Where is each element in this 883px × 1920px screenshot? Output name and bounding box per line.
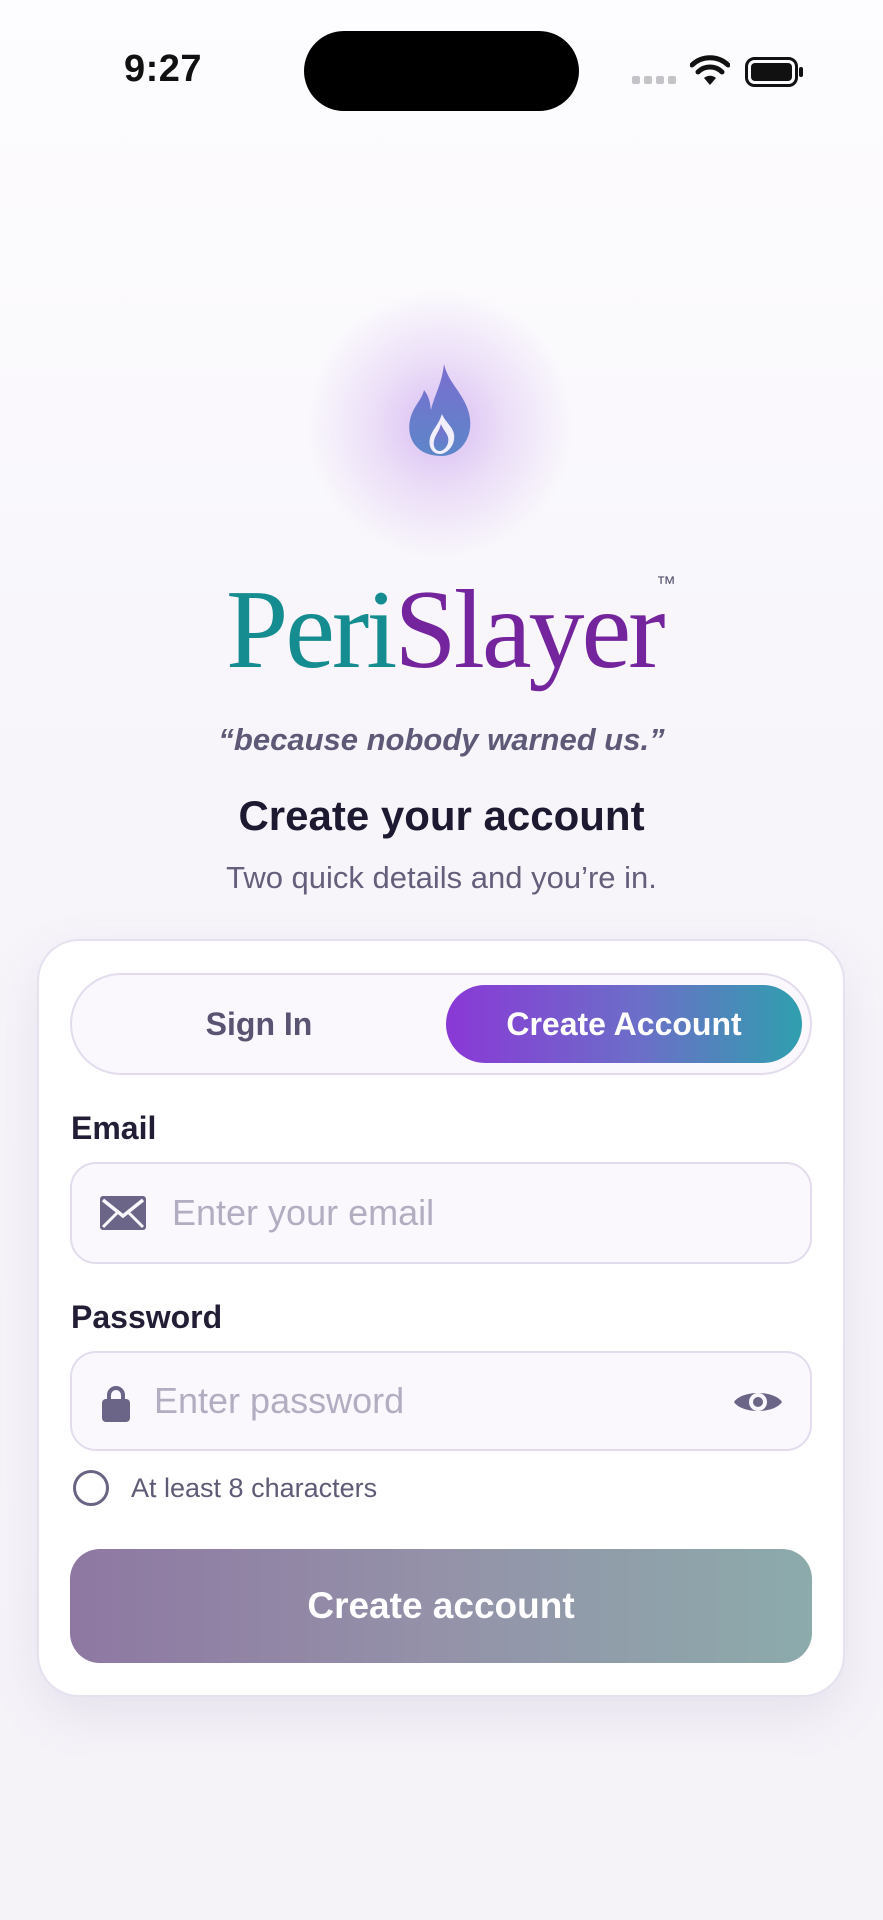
trademark-symbol: ™ — [656, 573, 676, 595]
password-requirement-text: At least 8 characters — [131, 1473, 378, 1503]
create-account-tab[interactable]: Create Account — [446, 985, 802, 1063]
cellular-signal-icon — [632, 76, 676, 86]
wifi-icon — [690, 55, 730, 85]
mail-icon — [100, 1196, 146, 1230]
battery-icon — [745, 57, 803, 87]
brand-name-part2: Slayer — [394, 568, 665, 692]
brand-tagline: “because nobody warned us.” — [218, 722, 665, 757]
email-label: Email — [71, 1110, 157, 1146]
email-placeholder: Enter your email — [172, 1192, 435, 1233]
page-subtitle: Two quick details and you’re in. — [226, 860, 657, 895]
password-requirement-indicator — [73, 1470, 109, 1506]
brand-name-part1: Peri — [226, 568, 397, 692]
password-label: Password — [71, 1299, 223, 1335]
password-placeholder: Enter password — [154, 1380, 405, 1421]
dynamic-island — [304, 31, 579, 111]
status-time: 9:27 — [124, 48, 203, 90]
eye-icon[interactable] — [732, 1386, 784, 1418]
flame-icon — [409, 364, 471, 456]
brand-wordmark: PeriSlayer ™ — [0, 565, 883, 715]
email-field[interactable]: Enter your email — [70, 1162, 812, 1264]
page-title: Create your account — [238, 792, 645, 839]
lock-icon — [102, 1386, 130, 1422]
password-field[interactable]: Enter password — [70, 1351, 812, 1451]
create-account-button[interactable]: Create account — [70, 1549, 812, 1663]
sign-in-tab[interactable]: Sign In — [70, 973, 448, 1075]
